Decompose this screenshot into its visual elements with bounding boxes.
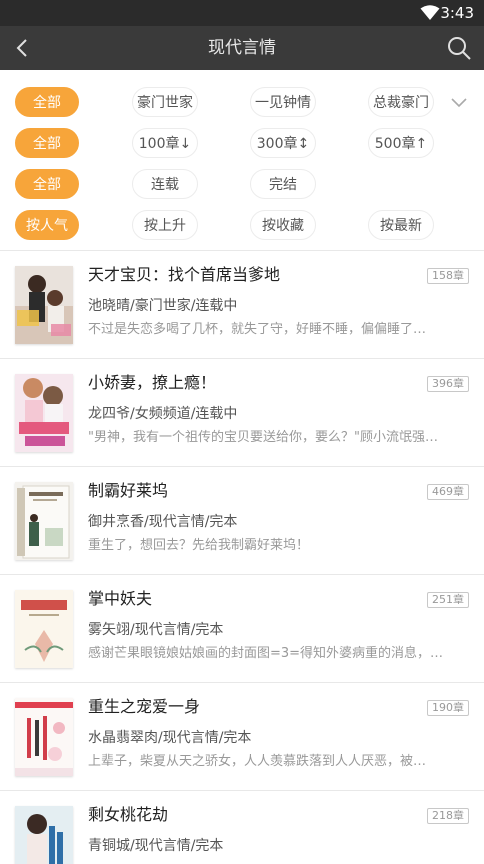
chevron-down-icon[interactable] — [448, 93, 470, 113]
filter-row-sort: 按人气 按上升 按收藏 按最新 — [0, 208, 484, 242]
book-meta: 池晓晴/豪门世家/连载中 — [88, 298, 238, 314]
book-meta: 青铜城/现代言情/完本 — [88, 838, 224, 854]
wifi-icon — [420, 5, 440, 20]
book-cover — [15, 482, 73, 560]
book-description: 感谢芒果眼镜娘姑娘画的封面图=3=得知外婆病重的消息，… — [88, 646, 444, 661]
search-icon[interactable] — [446, 35, 472, 61]
filter-chapters-500[interactable]: 500章↑ — [368, 128, 434, 158]
app-bar: 现代言情 — [0, 26, 484, 70]
book-description: "男神，我有一个祖传的宝贝要送给你，要么？"顾小流氓强… — [88, 430, 438, 445]
filter-status-ongoing[interactable]: 连载 — [132, 169, 198, 199]
chapter-count-badge: 396章 — [427, 376, 469, 392]
filter-category-zongcai[interactable]: 总裁豪门 — [368, 87, 434, 117]
filter-category-yijian[interactable]: 一见钟情 — [250, 87, 316, 117]
divider — [0, 358, 484, 359]
book-list-item[interactable]: 小娇妻，撩上瘾！ 396章 龙四爷/女频频道/连载中 "男神，我有一个祖传的宝贝… — [0, 360, 484, 466]
divider — [0, 790, 484, 791]
filter-row-chapters: 全部 100章↓ 300章↕ 500章↑ — [0, 126, 484, 160]
chapter-count-badge: 218章 — [427, 808, 469, 824]
filter-chapters-100[interactable]: 100章↓ — [132, 128, 198, 158]
book-cover — [15, 698, 73, 776]
sort-rising[interactable]: 按上升 — [132, 210, 198, 240]
filter-category-all[interactable]: 全部 — [15, 87, 79, 117]
divider — [0, 250, 484, 251]
divider — [0, 682, 484, 683]
book-description: 上辈子，柴夏从天之骄女，人人羡慕跌落到人人厌恶，被… — [88, 754, 427, 769]
book-meta: 雾矢翊/现代言情/完本 — [88, 622, 224, 638]
book-meta: 水晶翡翠肉/现代言情/完本 — [88, 730, 252, 746]
chapter-count-badge: 469章 — [427, 484, 469, 500]
filter-status-finished[interactable]: 完结 — [250, 169, 316, 199]
filter-row-status: 全部 连载 完结 — [0, 167, 484, 201]
divider — [0, 466, 484, 467]
divider — [0, 574, 484, 575]
filter-row-category: 全部 豪门世家 一见钟情 总裁豪门 — [0, 85, 484, 119]
filter-category-haomen[interactable]: 豪门世家 — [132, 87, 198, 117]
book-title: 重生之宠爱一身 — [88, 697, 201, 716]
book-title: 剩女桃花劫 — [88, 805, 169, 824]
book-title: 小娇妻，撩上瘾！ — [88, 373, 217, 392]
book-description: 重生了，想回去？先给我制霸好莱坞！ — [88, 538, 310, 553]
sort-newest[interactable]: 按最新 — [368, 210, 434, 240]
sort-favorites[interactable]: 按收藏 — [250, 210, 316, 240]
chapter-count-badge: 251章 — [427, 592, 469, 608]
chapter-count-badge: 190章 — [427, 700, 469, 716]
status-time: 3:43 — [440, 4, 474, 22]
book-list-item[interactable]: 天才宝贝：找个首席当爹地 158章 池晓晴/豪门世家/连载中 不过是失恋多喝了几… — [0, 252, 484, 358]
filter-chapters-all[interactable]: 全部 — [15, 128, 79, 158]
page-title: 现代言情 — [208, 38, 276, 58]
book-cover — [15, 806, 73, 864]
book-cover — [15, 266, 73, 344]
book-cover — [15, 374, 73, 452]
book-list-item[interactable]: 剩女桃花劫 218章 青铜城/现代言情/完本 — [0, 792, 484, 864]
chapter-count-badge: 158章 — [427, 268, 469, 284]
book-title: 天才宝贝：找个首席当爹地 — [88, 265, 281, 284]
book-cover — [15, 590, 73, 668]
book-list-item[interactable]: 制霸好莱坞 469章 御井烹香/现代言情/完本 重生了，想回去？先给我制霸好莱坞… — [0, 468, 484, 574]
filter-status-all[interactable]: 全部 — [15, 169, 79, 199]
book-meta: 龙四爷/女频频道/连载中 — [88, 406, 238, 422]
sort-popular[interactable]: 按人气 — [15, 210, 79, 240]
status-bar: 3:43 — [0, 0, 484, 26]
book-title: 制霸好莱坞 — [88, 481, 169, 500]
book-meta: 御井烹香/现代言情/完本 — [88, 514, 238, 530]
book-description: 不过是失恋多喝了几杯，就失了守，好睡不睡，偏偏睡了… — [88, 322, 427, 337]
book-title: 掌中妖夫 — [88, 589, 153, 608]
filter-chapters-300[interactable]: 300章↕ — [250, 128, 316, 158]
book-list-item[interactable]: 重生之宠爱一身 190章 水晶翡翠肉/现代言情/完本 上辈子，柴夏从天之骄女，人… — [0, 684, 484, 790]
book-list-item[interactable]: 掌中妖夫 251章 雾矢翊/现代言情/完本 感谢芒果眼镜娘姑娘画的封面图=3=得… — [0, 576, 484, 682]
